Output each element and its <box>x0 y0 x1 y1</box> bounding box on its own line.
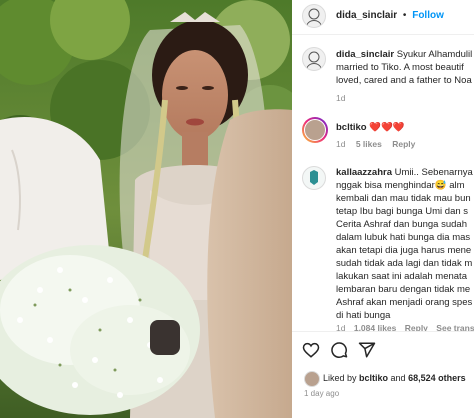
comment-avatar-bcltiko[interactable] <box>302 117 328 143</box>
comment-avatar-kallaazzahra[interactable] <box>302 166 326 190</box>
comment-2-line-9: lakukan saat ini adalah menata <box>336 271 467 282</box>
comment-1-meta: 1d 5 likes Reply <box>336 139 415 149</box>
share-button[interactable] <box>358 341 376 359</box>
comment-2-reply[interactable]: Reply <box>405 323 428 331</box>
avatar-inner <box>304 119 326 141</box>
avatar-sketch-icon <box>306 8 322 26</box>
caption-line-3: loved, cared and a father to Noa <box>336 75 472 86</box>
heart-outline-icon <box>302 342 320 358</box>
actions-divider <box>292 331 474 332</box>
comment-1-time: 1d <box>336 139 346 149</box>
post-side-panel: dida_sinclair • Follow dida_sinclair Syu… <box>292 0 474 418</box>
comment-2-line-10: lembaran baru dengan tidak me <box>336 284 471 295</box>
header-username[interactable]: dida_sinclair <box>336 10 397 21</box>
avatar-sketch-icon <box>306 51 322 69</box>
like-button[interactable] <box>302 341 320 359</box>
wedding-photo-image <box>0 0 292 418</box>
caption-username[interactable]: dida_sinclair <box>336 49 394 60</box>
liked-by-count[interactable]: 68,524 others <box>408 373 466 383</box>
comment-2-likes[interactable]: 1,084 likes <box>354 323 397 331</box>
comment-2-username[interactable]: kallaazzahra <box>336 167 392 178</box>
follow-button[interactable]: Follow <box>412 10 444 21</box>
comment-2-line-3: kembali dan mau tidak mau bun <box>336 193 471 204</box>
comment-2-line-1: kallaazzahra Umii.. Sebenarnya <box>336 166 473 179</box>
header-dot-separator: • <box>402 10 407 21</box>
comment-2-line-4: tetap Ibu bagi bunga Umi dan s <box>336 206 469 217</box>
comment-2-line-11: Ashraf akan menjadi orang spes <box>336 297 473 308</box>
comment-2-time: 1d <box>336 323 346 331</box>
comment-bubble-icon <box>331 342 348 358</box>
paper-plane-icon <box>358 342 376 358</box>
comment-2-line-8: sudah tidak ada lagi dan tidak m <box>336 258 473 269</box>
comment-2-text-1: Umii.. Sebenarnya <box>394 167 473 178</box>
header-row: dida_sinclair • Follow <box>336 9 444 22</box>
comment-1-body: bcltiko ❤️❤️❤️ <box>336 121 405 134</box>
liked-by-middle: and <box>388 373 409 383</box>
comment-2-meta: 1d 1,084 likes Reply See translation <box>336 322 474 331</box>
liked-by-user[interactable]: bcltiko <box>359 373 388 383</box>
comment-1-reply[interactable]: Reply <box>392 139 415 149</box>
comment-2-line-7: akan tetapi dia juga harus mene <box>336 245 472 256</box>
comment-2-line-2: nggak bisa menghindar😅 alm <box>336 180 465 191</box>
post-time: 1 day ago <box>304 389 340 398</box>
comment-2-translation[interactable]: See translation <box>436 323 474 331</box>
comment-2-line-12: di hati bunga <box>336 310 391 321</box>
comment-2-line-6: dalam lubuk hati bunga dia mas <box>336 232 471 243</box>
caption-text-1: Syukur Alhamdulil <box>396 49 473 60</box>
comment-1-text: ❤️❤️❤️ <box>369 122 405 133</box>
caption-line-1: dida_sinclair Syukur Alhamdulil <box>336 48 472 61</box>
comment-2-line-5: Cerita Ashraf dan bunga sudah <box>336 219 467 230</box>
liked-by-prefix: Liked by <box>323 373 360 383</box>
comment-1-likes[interactable]: 5 likes <box>356 139 382 149</box>
comment-1-username[interactable]: bcltiko <box>336 122 367 133</box>
liked-by-line: Liked by bcltiko and 68,524 others <box>323 372 466 385</box>
avatar-logo-icon <box>310 170 318 185</box>
caption-avatar[interactable] <box>302 47 326 71</box>
header-avatar[interactable] <box>302 4 326 28</box>
header-divider <box>292 34 474 35</box>
post-photo[interactable] <box>0 0 292 418</box>
caption-time: 1d <box>336 93 346 103</box>
caption-line-2: married to Tiko. A most beautif <box>336 62 464 73</box>
comment-button[interactable] <box>330 341 348 359</box>
liked-by-avatar <box>304 371 320 387</box>
